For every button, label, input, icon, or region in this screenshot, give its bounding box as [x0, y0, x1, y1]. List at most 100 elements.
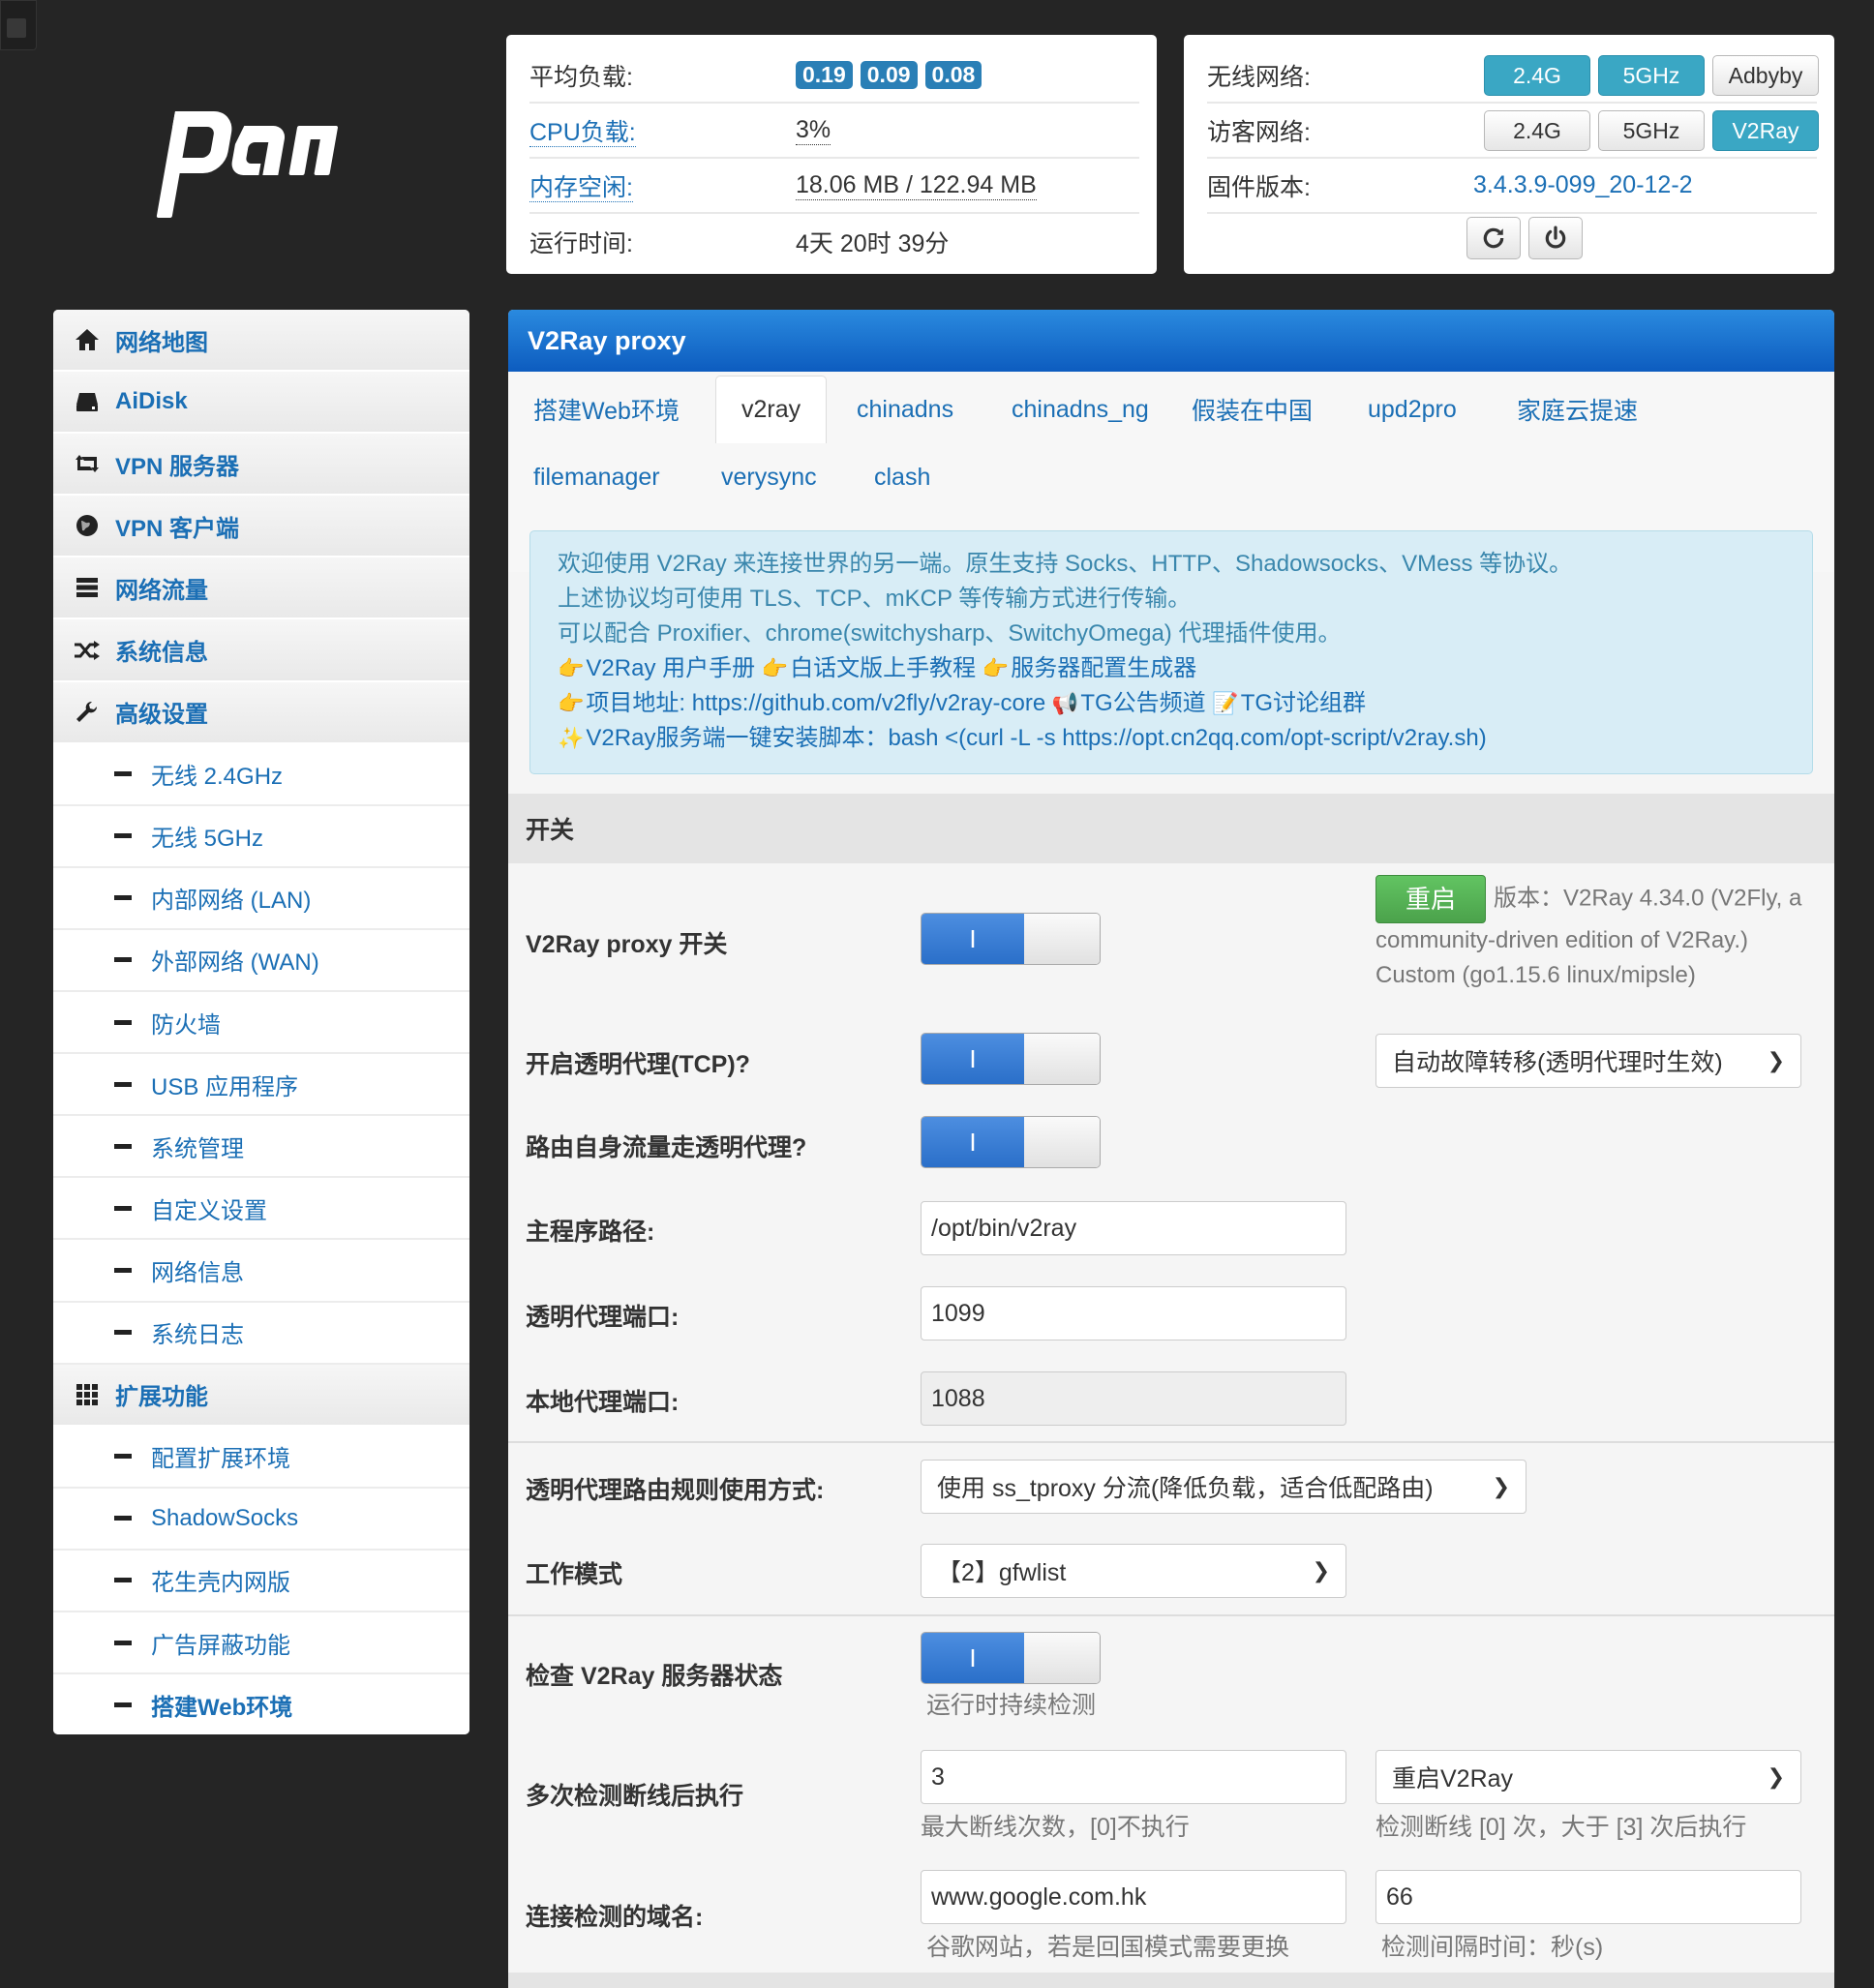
wireless-5g-button[interactable]: 5GHz — [1598, 55, 1705, 96]
sidebar-item-syslog[interactable]: 系统日志 — [53, 1302, 469, 1365]
power-button[interactable] — [1528, 217, 1583, 259]
tab-chinadns[interactable]: chinadns — [831, 376, 979, 443]
work-mode-label: 工作模式 — [526, 1561, 623, 1588]
sidebar-item-netinfo[interactable]: 网络信息 — [53, 1240, 469, 1303]
tg-group-link[interactable]: TG讨论组群 — [1241, 690, 1366, 716]
retry-hint: 最大断线次数，[0]不执行 — [921, 1814, 1190, 1841]
tab-chinadns-ng[interactable]: chinadns_ng — [986, 376, 1174, 443]
refresh-button[interactable] — [1466, 217, 1521, 259]
power-actions — [1466, 217, 1583, 259]
dash-icon — [114, 1267, 132, 1273]
sidebar-item-label: ShadowSocks — [151, 1504, 299, 1531]
memory-label-link[interactable]: 内存空闲: — [529, 173, 633, 202]
tab-upd2pro[interactable]: upd2pro — [1343, 376, 1482, 443]
rule-mode-select[interactable]: 使用 ss_tproxy 分流(降低负载，适合低配路由) ❯ — [921, 1460, 1526, 1514]
chevron-down-icon: ❯ — [1492, 1474, 1510, 1498]
wrench-icon — [76, 701, 98, 722]
sidebar-item-shadowsocks[interactable]: ShadowSocks — [53, 1488, 469, 1551]
tcp-proxy-label: 开启透明代理(TCP)? — [526, 1051, 750, 1078]
sidebar-item-vpn-server[interactable]: VPN 服务器 — [53, 434, 469, 497]
grid-icon — [76, 1383, 98, 1405]
chevron-down-icon: ❯ — [1767, 1048, 1785, 1072]
sidebar-item-admin[interactable]: 系统管理 — [53, 1116, 469, 1179]
interval-input[interactable]: 66 — [1375, 1870, 1801, 1924]
dash-icon — [114, 1330, 132, 1336]
megaphone-icon: 📢 — [1051, 691, 1079, 715]
sidebar-item-network-map[interactable]: 网络地图 — [53, 310, 469, 373]
list-icon — [76, 578, 98, 598]
adbyby-button[interactable]: Adbyby — [1712, 55, 1819, 96]
sidebar-item-extensions[interactable]: 扩展功能 — [53, 1364, 469, 1427]
sidebar-item-web-env[interactable]: 搭建Web环境 — [53, 1674, 469, 1734]
domain-input[interactable]: www.google.com.hk — [921, 1870, 1346, 1924]
wireless-label: 无线网络: — [1207, 63, 1311, 91]
guest-5g-button[interactable]: 5GHz — [1598, 110, 1705, 151]
sidebar-item-label: AiDisk — [115, 388, 188, 415]
sidebar-item-wireless-5[interactable]: 无线 5GHz — [53, 805, 469, 868]
sidebar-item-wireless-24[interactable]: 无线 2.4GHz — [53, 743, 469, 806]
tab-verysync[interactable]: verysync — [696, 443, 842, 511]
retry-action-select[interactable]: 重启V2Ray ❯ — [1375, 1750, 1801, 1804]
cpu-label-link[interactable]: CPU负载: — [529, 118, 636, 147]
uptime-row: 运行时间: 4天 20时 39分 — [529, 214, 1139, 269]
tab-fake-china[interactable]: 假装在中国 — [1166, 376, 1338, 443]
restart-button[interactable]: 重启 — [1375, 875, 1487, 923]
tproxy-port-input[interactable]: 1099 — [921, 1286, 1346, 1340]
dash-icon — [114, 1578, 132, 1583]
tab-cloud-speedup[interactable]: 家庭云提速 — [1492, 376, 1663, 443]
tab-v2ray[interactable]: v2ray — [715, 376, 828, 443]
sidebar-item-aidisk[interactable]: AiDisk — [53, 372, 469, 435]
sidebar-item-system-info[interactable]: 系统信息 — [53, 619, 469, 682]
install-script-link[interactable]: V2Ray服务端一键安装脚本：bash <(curl -L -s https:/… — [586, 725, 1486, 751]
select-value: 使用 ss_tproxy 分流(降低负载，适合低配路由) — [937, 1475, 1434, 1502]
tcp-proxy-toggle[interactable]: I — [921, 1033, 1101, 1085]
tab-filemanager[interactable]: filemanager — [508, 443, 685, 511]
toggle-off-part — [1024, 1034, 1100, 1084]
dash-icon — [114, 1640, 132, 1645]
firmware-version-link[interactable]: 3.4.3.9-099_20-12-2 — [1473, 171, 1693, 199]
manual-link[interactable]: V2Ray 用户手册 — [586, 655, 755, 681]
sidebar-item-label: 系统信息 — [115, 640, 208, 667]
sidebar-item-vpn-client[interactable]: VPN 客户端 — [53, 496, 469, 558]
self-traffic-toggle[interactable]: I — [921, 1116, 1101, 1168]
sidebar-item-traffic[interactable]: 网络流量 — [53, 557, 469, 620]
memory-row: 内存空闲: 18.06 MB / 122.94 MB — [529, 159, 1139, 214]
dash-icon — [114, 833, 132, 839]
sidebar-item-usb[interactable]: USB 应用程序 — [53, 1054, 469, 1117]
toggle-off-part — [1024, 914, 1100, 964]
chevron-down-icon: ❯ — [1767, 1764, 1785, 1789]
sidebar-item-firewall[interactable]: 防火墙 — [53, 992, 469, 1055]
sidebar-item-advanced[interactable]: 高级设置 — [53, 681, 469, 744]
check-status-toggle[interactable]: I — [921, 1632, 1101, 1684]
power-icon — [1545, 226, 1566, 249]
v2ray-button[interactable]: V2Ray — [1712, 110, 1819, 151]
sidebar-item-custom[interactable]: 自定义设置 — [53, 1178, 469, 1241]
cpu-row: CPU负载: 3% — [529, 104, 1139, 159]
tutorial-link[interactable]: 白话文版上手教程 — [790, 655, 976, 681]
sidebar-item-wan[interactable]: 外部网络 (WAN) — [53, 929, 469, 993]
project-link[interactable]: 项目地址: https://github.com/v2fly/v2ray-cor… — [586, 690, 1045, 716]
sidebar-item-lan[interactable]: 内部网络 (LAN) — [53, 867, 469, 930]
sidebar-item-label: 网络信息 — [151, 1259, 244, 1286]
failover-select[interactable]: 自动故障转移(透明代理时生效) ❯ — [1375, 1034, 1801, 1088]
wireless-2g-button[interactable]: 2.4G — [1484, 55, 1590, 96]
tab-clash[interactable]: clash — [849, 443, 955, 511]
guest-2g-button[interactable]: 2.4G — [1484, 110, 1590, 151]
proxy-switch-toggle[interactable]: I — [921, 913, 1101, 965]
sparkle-icon: ✨ — [558, 726, 585, 750]
network-status-card: 无线网络: 2.4G 5GHz Adbyby 访客网络: 2.4G 5GHz V… — [1184, 35, 1834, 274]
tg-channel-link[interactable]: TG公告频道 — [1080, 690, 1205, 716]
local-port-input[interactable]: 1088 — [921, 1371, 1346, 1426]
generator-link[interactable]: 服务器配置生成器 — [1011, 655, 1196, 681]
uptime-value: 4天 20时 39分 — [796, 229, 950, 257]
sidebar-item-adblock[interactable]: 广告屏蔽功能 — [53, 1611, 469, 1675]
sidebar-item-ext-env[interactable]: 配置扩展环境 — [53, 1426, 469, 1489]
tab-web-env[interactable]: 搭建Web环境 — [508, 376, 705, 443]
work-mode-select[interactable]: 【2】gfwlist ❯ — [921, 1544, 1346, 1598]
sidebar-item-phddns[interactable]: 花生壳内网版 — [53, 1550, 469, 1612]
dash-icon — [114, 1205, 132, 1211]
retry-input[interactable]: 3 — [921, 1750, 1346, 1804]
path-input[interactable]: /opt/bin/v2ray — [921, 1201, 1346, 1255]
sidebar-item-label: 扩展功能 — [115, 1384, 208, 1411]
cpu-value: 3% — [796, 115, 831, 145]
